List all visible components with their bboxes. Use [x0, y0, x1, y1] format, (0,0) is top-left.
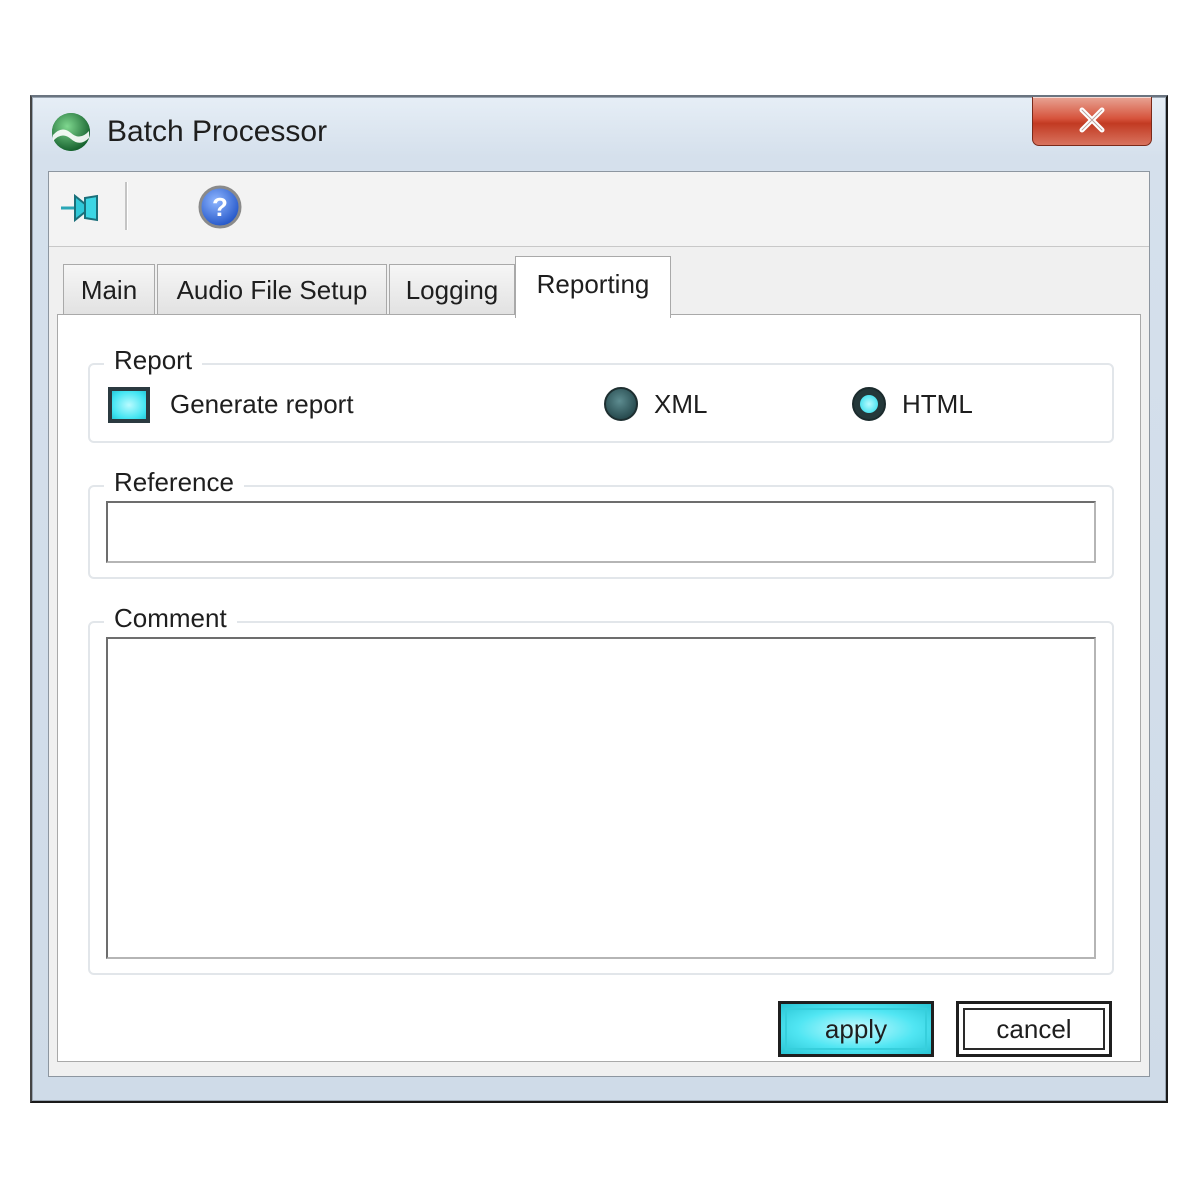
window-title: Batch Processor — [107, 115, 328, 148]
tab-strip: Main Audio File Setup Logging Reporting — [59, 256, 1149, 318]
report-group: Report Generate report XML HTML — [88, 345, 1114, 443]
client-area: ? Main Audio File Setup Logging Reportin… — [48, 171, 1150, 1077]
toolbar: ? — [49, 172, 1149, 247]
reporting-panel: Report Generate report XML HTML Referenc… — [57, 314, 1141, 1062]
help-icon[interactable]: ? — [197, 184, 243, 230]
html-radio[interactable] — [852, 387, 886, 421]
reference-group-label: Reference — [104, 467, 244, 498]
tab-logging[interactable]: Logging — [389, 264, 515, 314]
cancel-button-label: cancel — [996, 1014, 1072, 1044]
cancel-button[interactable]: cancel — [956, 1001, 1112, 1057]
report-group-label: Report — [104, 345, 203, 376]
generate-report-label: Generate report — [170, 389, 354, 419]
batch-processor-window: Batch Processor ? Main Audio File Setup … — [30, 95, 1168, 1103]
reference-group: Reference — [88, 467, 1114, 579]
comment-group: Comment — [88, 603, 1114, 975]
generate-report-checkbox[interactable] — [108, 387, 150, 423]
comment-textarea[interactable] — [106, 637, 1096, 959]
comment-group-label: Comment — [104, 603, 237, 634]
apply-button-label: apply — [824, 1014, 888, 1044]
tab-audio-file-setup[interactable]: Audio File Setup — [157, 264, 387, 314]
xml-radio[interactable] — [604, 387, 638, 421]
xml-radio-label: XML — [654, 389, 708, 419]
title-bar[interactable]: Batch Processor — [32, 97, 1166, 171]
close-button[interactable] — [1032, 97, 1152, 146]
app-logo-icon — [50, 111, 92, 153]
toolbar-separator — [125, 182, 128, 230]
reference-input[interactable] — [106, 501, 1096, 563]
tab-main[interactable]: Main — [63, 264, 155, 314]
apply-button[interactable]: apply — [778, 1001, 934, 1057]
pin-icon[interactable] — [59, 188, 103, 228]
html-radio-label: HTML — [902, 389, 973, 419]
svg-text:?: ? — [212, 192, 228, 222]
tab-reporting[interactable]: Reporting — [515, 256, 671, 318]
close-icon — [1079, 107, 1105, 133]
